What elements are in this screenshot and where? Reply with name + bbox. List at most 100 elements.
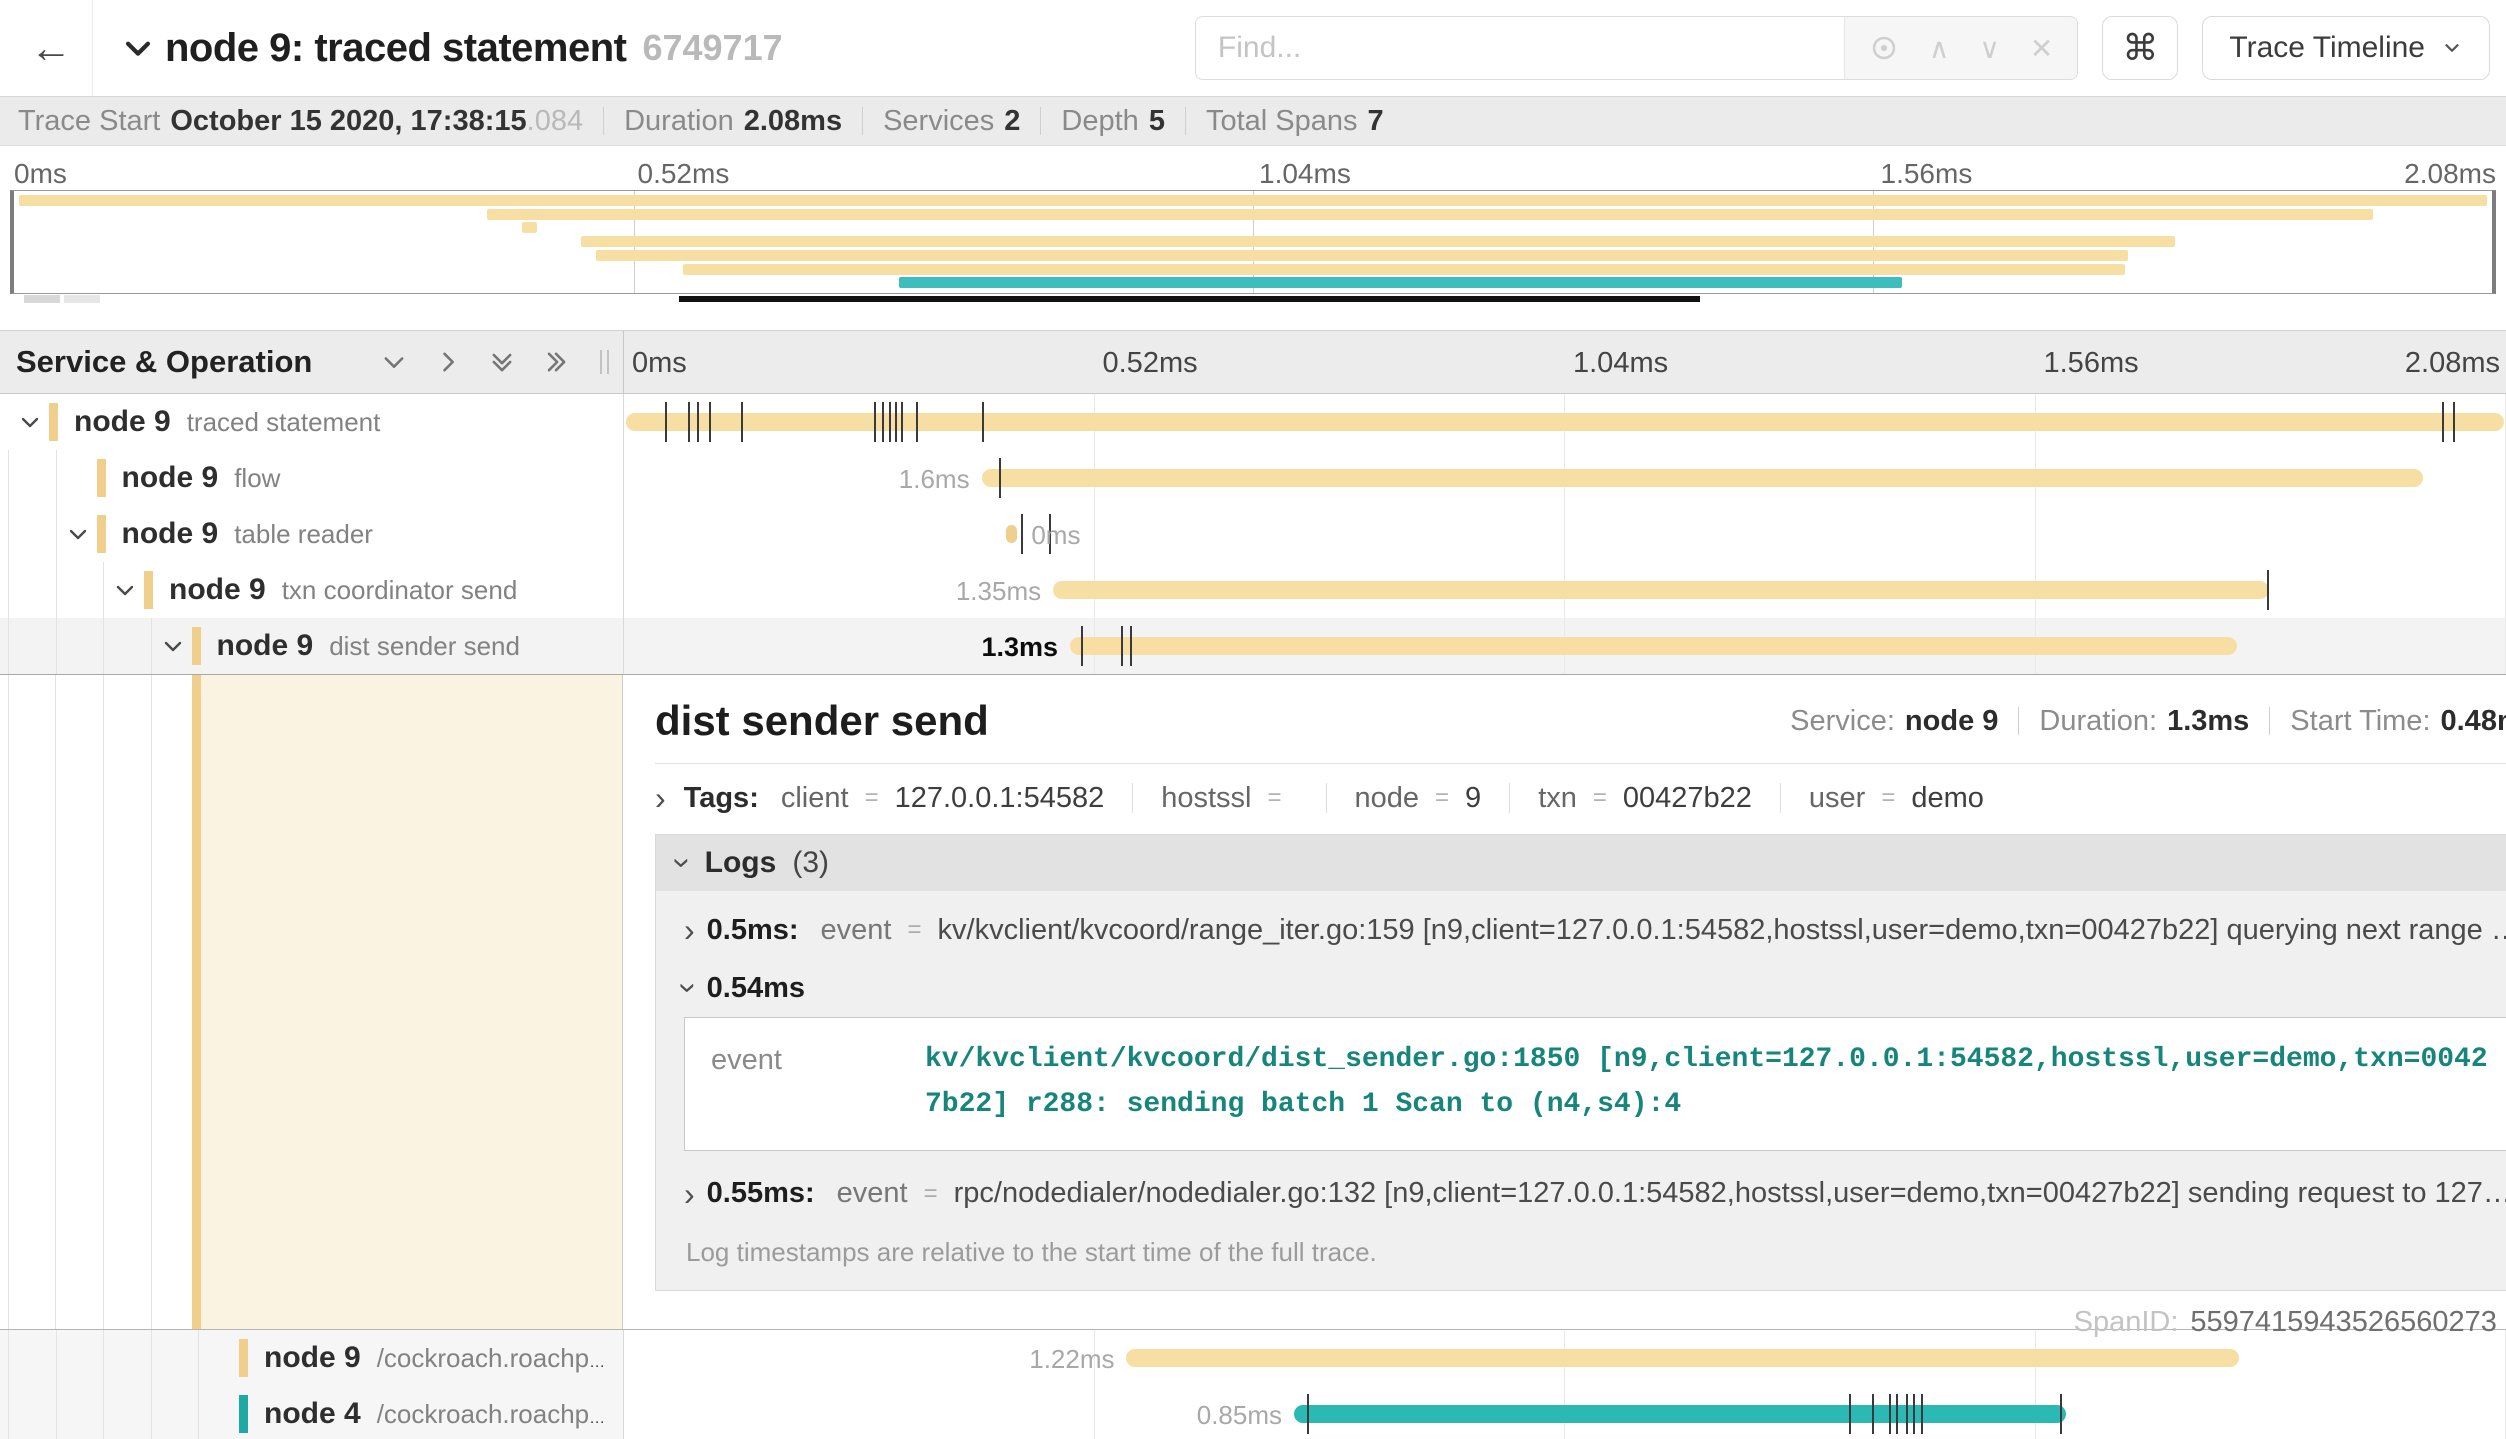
- find-prev-icon[interactable]: ∧: [1929, 32, 1950, 65]
- minimap-handle[interactable]: [24, 295, 60, 303]
- span-name-cell[interactable]: node 9txn coordinator send: [0, 562, 623, 618]
- expand-one-level-icon[interactable]: [434, 348, 462, 376]
- collapse-trace-chevron-icon[interactable]: [121, 31, 155, 65]
- span-bar[interactable]: [1294, 1405, 2066, 1423]
- view-select-button[interactable]: Trace Timeline: [2202, 16, 2490, 80]
- minimap-scroll-track: [10, 295, 2496, 305]
- span-color-chip: [144, 571, 153, 609]
- indent-guide: [8, 562, 9, 618]
- span-service: node 9: [122, 461, 219, 494]
- span-name-cell[interactable]: node 9dist sender send: [0, 618, 623, 674]
- logs-count: (3): [792, 846, 829, 880]
- chevron-down-icon[interactable]: [113, 578, 137, 602]
- minimap-viewport[interactable]: [10, 190, 2496, 294]
- minimap-axis: 0ms 0.52ms 1.04ms 1.56ms 2.08ms: [10, 158, 2496, 190]
- trace-stats-bar: Trace Start October 15 2020, 17:38:15.08…: [0, 96, 2506, 146]
- log-marker: [697, 402, 699, 442]
- minimap-handle[interactable]: [64, 295, 100, 303]
- span-bar-cell[interactable]: 0.85ms: [623, 1386, 2506, 1439]
- keyboard-shortcuts-button[interactable]: ⌘: [2102, 16, 2178, 80]
- log-event-key: event: [685, 1018, 925, 1150]
- trace-start-label: Trace Start: [18, 105, 160, 138]
- back-button[interactable]: ←: [16, 0, 86, 96]
- find-clear-icon[interactable]: ✕: [2030, 32, 2053, 65]
- log-marker: [1121, 626, 1123, 666]
- span-bar[interactable]: [626, 413, 2504, 431]
- find-control: ∧ ∨ ✕: [1195, 16, 2078, 80]
- column-resize-handle[interactable]: [600, 350, 609, 374]
- minimap-scroll-indicator[interactable]: [679, 296, 1701, 302]
- axis-tick: 0.52ms: [1103, 347, 1198, 380]
- log-event-value: kv/kvclient/kvcoord/dist_sender.go:1850 …: [925, 1018, 2506, 1150]
- span-bar[interactable]: [982, 469, 2424, 487]
- chevron-down-icon[interactable]: [66, 522, 90, 546]
- chevron-down-icon: [2441, 37, 2463, 59]
- span-duration-label: 0ms: [1031, 520, 1080, 551]
- span-bar-cell[interactable]: 1.22ms: [623, 1330, 2506, 1386]
- find-next-icon[interactable]: ∨: [1979, 32, 2000, 65]
- span-name-cell[interactable]: node 9table reader: [0, 506, 623, 562]
- span-service: node 9: [74, 405, 171, 438]
- collapse-all-icon[interactable]: [488, 348, 516, 376]
- span-bar-cell[interactable]: 0ms: [623, 506, 2506, 562]
- span-service: node 9: [264, 1341, 361, 1374]
- indent-guide: [151, 1386, 152, 1439]
- span-name-cell[interactable]: node 9/cockroach.roachpb.l…: [0, 1330, 623, 1386]
- log-entry-collapsed[interactable]: › 0.5ms: event = kv/kvclient/kvcoord/ran…: [674, 899, 2506, 961]
- timeline-gridline: [1094, 1386, 1095, 1439]
- find-input[interactable]: [1196, 17, 1844, 79]
- span-duration-label: 0.85ms: [1197, 1400, 1282, 1431]
- total-spans-value: 7: [1368, 105, 1384, 138]
- span-operation: txn coordinator send: [282, 575, 518, 605]
- span-duration-label: 1.6ms: [899, 464, 970, 495]
- span-bar-cell[interactable]: 1.6ms: [623, 450, 2506, 506]
- log-marker: [982, 402, 984, 442]
- locate-icon[interactable]: [1869, 33, 1899, 63]
- span-name-cell[interactable]: node 9flow: [0, 450, 623, 506]
- find-suffix-group: ∧ ∨ ✕: [1844, 17, 2077, 79]
- collapse-one-level-icon[interactable]: [380, 348, 408, 376]
- log-marker: [1021, 514, 1023, 554]
- total-spans-label: Total Spans: [1206, 105, 1358, 138]
- span-operation: traced statement: [187, 407, 381, 437]
- span-color-chip: [192, 627, 201, 665]
- span-bar-cell[interactable]: 1.3ms: [623, 618, 2506, 674]
- span-detail-band: dist sender send Service:node 9 Duration…: [0, 674, 2506, 1330]
- logs-toggle-header[interactable]: › Logs (3): [656, 835, 2506, 891]
- indent-guide: [8, 450, 9, 506]
- indent-guide: [56, 1330, 57, 1386]
- span-bar[interactable]: [1006, 525, 1017, 543]
- log-marker: [999, 458, 1001, 498]
- log-marker: [2442, 402, 2444, 442]
- span-name-cell[interactable]: node 9 traced statement: [0, 394, 623, 450]
- tags-toggle-row[interactable]: › Tags: client=127.0.0.1:54582 hostssl= …: [655, 768, 2506, 828]
- span-bar[interactable]: [1070, 637, 2237, 655]
- span-duration-label: 1.35ms: [956, 576, 1041, 607]
- expand-all-icon[interactable]: [542, 348, 570, 376]
- timeline-header-left: Service & Operation: [0, 331, 623, 393]
- log-entry-expanded-header[interactable]: › 0.54ms: [674, 961, 2506, 1015]
- axis-tick: 2.08ms: [2404, 158, 2496, 190]
- span-bar-cell[interactable]: [623, 394, 2506, 450]
- log-marker: [1130, 626, 1132, 666]
- span-detail-title: dist sender send: [655, 697, 989, 745]
- log-entry-collapsed[interactable]: › 0.55ms: event = rpc/nodedialer/nodedia…: [674, 1163, 2506, 1225]
- selected-span-indent-column: [0, 675, 623, 1329]
- axis-tick: 2.08ms: [2405, 347, 2500, 380]
- span-bar[interactable]: [1126, 1349, 2238, 1367]
- log-marker: [1889, 1394, 1891, 1434]
- selected-span-color-band: [192, 675, 201, 1329]
- top-bar: ← node 9: traced statement 6749717 ∧ ∨ ✕…: [0, 0, 2506, 96]
- indent-guide: [8, 1330, 9, 1386]
- span-duration-label: 1.22ms: [1029, 1344, 1114, 1375]
- axis-tick: 1.56ms: [1881, 158, 1973, 190]
- duration-label: Duration: [624, 105, 734, 138]
- span-bar[interactable]: [1053, 581, 2269, 599]
- span-row: node 9 traced statement: [0, 394, 2506, 450]
- span-detail-stats: Service:node 9 Duration:1.3ms Start Time…: [1790, 705, 2506, 738]
- span-name-cell[interactable]: node 4/cockroach.roachpb.l…: [0, 1386, 623, 1439]
- chevron-down-icon: ›: [673, 983, 705, 994]
- chevron-down-icon[interactable]: [18, 410, 42, 434]
- span-bar-cell[interactable]: 1.35ms: [623, 562, 2506, 618]
- chevron-down-icon[interactable]: [161, 634, 185, 658]
